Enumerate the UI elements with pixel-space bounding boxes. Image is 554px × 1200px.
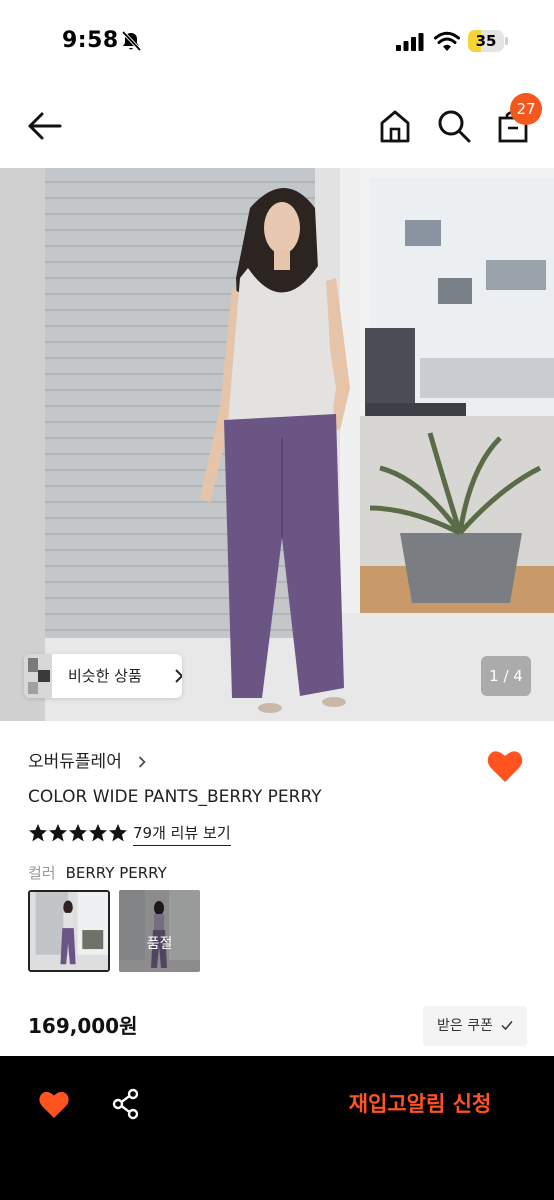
cart-count-badge: 27 (510, 93, 542, 125)
product-photo (0, 168, 554, 721)
color-value: BERRY PERRY (65, 864, 167, 882)
color-swatch-soldout[interactable]: 품절 (119, 890, 200, 972)
reviews-link[interactable]: 79개 리뷰 보기 (133, 821, 231, 846)
battery-level: 35 (475, 32, 497, 50)
color-option-row: 컬러 BERRY PERRY (28, 862, 167, 884)
battery-indicator: 35 (468, 30, 508, 52)
rating-stars (28, 823, 128, 843)
chevron-right-icon (138, 756, 146, 768)
similar-products-thumbnail (24, 654, 52, 698)
heart-icon[interactable] (486, 748, 524, 784)
back-arrow-icon[interactable] (26, 108, 64, 144)
cellular-signal-icon (396, 33, 424, 51)
star-icon (89, 824, 107, 842)
search-icon[interactable] (436, 108, 472, 144)
coupon-label: 받은 쿠폰 (437, 1018, 493, 1034)
similar-products-button[interactable]: 비슷한 상품 (24, 654, 182, 698)
product-price: 169,000원 (28, 1014, 138, 1038)
share-icon[interactable] (112, 1088, 140, 1120)
bell-slash-icon (121, 30, 142, 52)
star-icon (109, 824, 127, 842)
chevron-right-icon (175, 669, 182, 683)
heart-icon[interactable] (38, 1088, 70, 1120)
checkmark-icon (501, 1021, 513, 1031)
brand-link[interactable]: 오버듀플레어 (28, 750, 146, 774)
status-bar: 9:58 35 (0, 0, 554, 84)
soldout-label: 품절 (146, 936, 173, 952)
wifi-icon (434, 31, 460, 51)
swatch-thumbnail (30, 892, 108, 970)
status-time: 9:58 (62, 28, 119, 53)
brand-name: 오버듀플레어 (28, 752, 122, 772)
gallery-page-indicator: 1 / 4 (481, 656, 531, 696)
color-label: 컬러 (28, 864, 56, 882)
color-swatch-selected[interactable] (28, 890, 110, 972)
star-icon (29, 824, 47, 842)
product-name: COLOR WIDE PANTS_BERRY PERRY (28, 787, 322, 807)
product-image-gallery[interactable]: 비슷한 상품 1 / 4 (0, 168, 554, 721)
star-icon (49, 824, 67, 842)
received-coupon-button[interactable]: 받은 쿠폰 (423, 1006, 527, 1046)
restock-alert-button[interactable]: 재입고알림 신청 (320, 1084, 520, 1124)
home-icon[interactable] (378, 108, 412, 144)
similar-products-label: 비슷한 상품 (68, 667, 142, 685)
bottom-action-bar: 재입고알림 신청 (0, 1056, 554, 1200)
star-icon (69, 824, 87, 842)
app-header: 27 (0, 84, 554, 168)
